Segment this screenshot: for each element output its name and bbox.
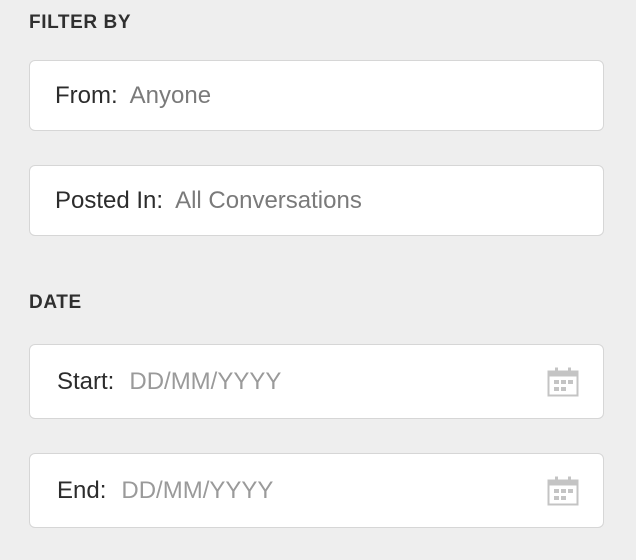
from-label: From:: [55, 81, 118, 109]
date-heading: DATE: [29, 292, 82, 313]
posted-in-label: Posted In:: [55, 186, 164, 214]
filter-by-heading: FILTER BY: [29, 12, 132, 33]
from-field[interactable]: From: Anyone: [29, 60, 604, 131]
posted-in-value: All Conversations: [175, 186, 362, 214]
from-value: Anyone: [129, 81, 212, 109]
posted-in-field[interactable]: Posted In: All Conversations: [29, 165, 604, 236]
start-date-label: Start:: [57, 367, 115, 395]
end-date-input[interactable]: [121, 476, 422, 505]
end-date-label: End:: [57, 476, 107, 504]
calendar-icon[interactable]: [547, 476, 579, 506]
start-date-field[interactable]: Start:: [29, 344, 604, 419]
end-date-field[interactable]: End:: [29, 453, 604, 528]
start-date-input[interactable]: [129, 367, 430, 396]
calendar-icon[interactable]: [547, 367, 579, 397]
